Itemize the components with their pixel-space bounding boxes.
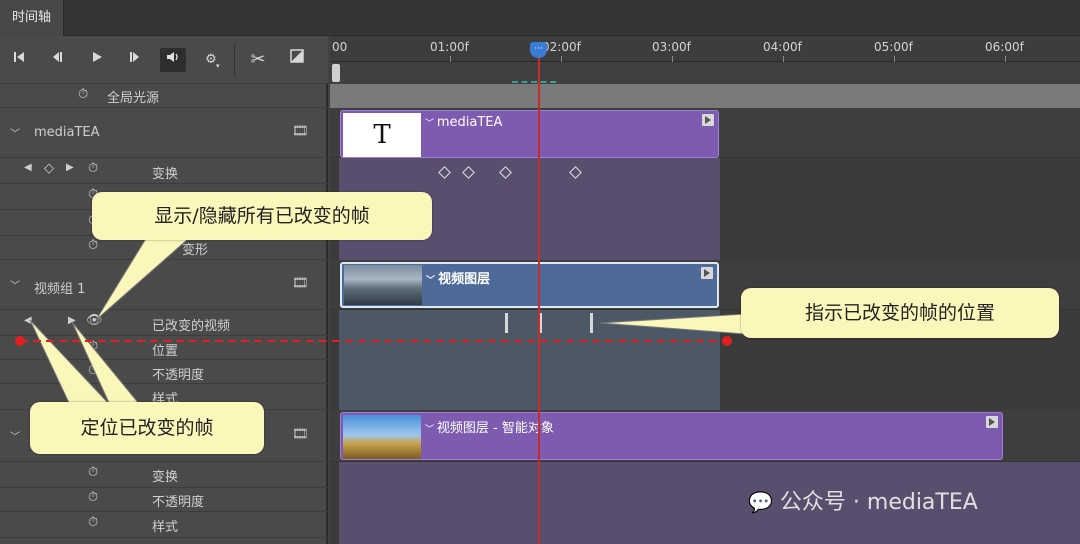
wechat-icon: 💬 <box>748 490 773 514</box>
timeline-panel: 时间轴 ⚙ ▾ ✂ ⏱ 全局光源 ﹀ mediaTEA 🎞 ◀ ◇ ▶ ⏱ 变换 … <box>0 0 1080 544</box>
callout-pointer <box>95 231 198 321</box>
watermark: 💬 公众号 · mediaTEA <box>748 484 978 516</box>
arrow-endpoint <box>15 336 25 346</box>
watermark-text: 公众号 · mediaTEA <box>779 490 978 515</box>
callout-show-hide-frames: 显示/隐藏所有已改变的帧 <box>92 192 432 240</box>
annotation-overlay <box>15 231 746 406</box>
callout-indicate-frames: 指示已改变的帧的位置 <box>741 288 1059 338</box>
callout-pointer <box>599 313 746 335</box>
callout-locate-frames: 定位已改变的帧 <box>30 402 264 454</box>
arrow-endpoint <box>722 336 732 346</box>
